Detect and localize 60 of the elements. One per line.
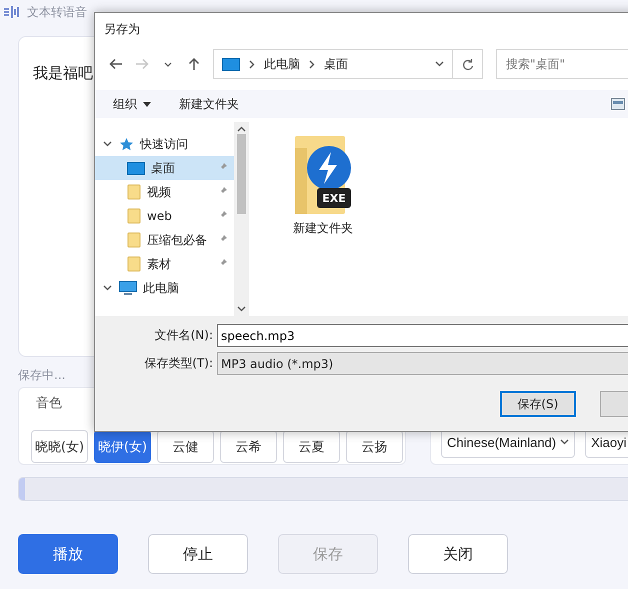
tree-item[interactable]: web [95, 204, 234, 228]
scrollbar[interactable] [234, 122, 249, 316]
address-bar[interactable]: 此电脑 桌面 [213, 49, 453, 79]
file-name-label: 文件名(N): [154, 327, 214, 344]
search-field[interactable]: 搜索"桌面" [496, 49, 628, 79]
folder-icon [127, 232, 141, 248]
refresh-icon [462, 58, 474, 70]
voice-option[interactable]: 云夏 [283, 430, 340, 463]
forward-arrow-icon [134, 56, 150, 72]
desktop-icon [222, 58, 240, 70]
action-button[interactable]: 停止 [148, 534, 248, 574]
chevron-down-icon [164, 62, 172, 66]
tree-item[interactable]: 快速访问 [95, 132, 234, 156]
expand-chevron-icon [102, 141, 112, 147]
address-dropdown-icon [435, 61, 444, 67]
exe-badge-text: EXE [322, 192, 346, 205]
voice-option[interactable]: 云健 [157, 430, 214, 463]
tree-item[interactable]: 素材 [95, 252, 234, 276]
folder-icon [127, 208, 141, 224]
dropdown-chevron-icon [560, 439, 570, 445]
view-options-icon[interactable] [611, 98, 625, 110]
tree-item[interactable]: 此电脑 [95, 276, 234, 300]
toolbar-button[interactable]: 新建文件夹 [179, 96, 239, 112]
file-item[interactable]: EXE 新建文件夹 [285, 134, 361, 237]
status-text: 保存中... [18, 367, 66, 384]
voice-option[interactable]: 晓伊(女) [94, 430, 151, 463]
tree-item[interactable]: 桌面 [95, 156, 234, 180]
chevron-right-icon [309, 60, 315, 68]
voice-option[interactable]: 云扬 [346, 430, 403, 463]
computer-icon [119, 280, 137, 296]
folder-icon [127, 184, 141, 200]
chevron-right-icon [249, 60, 255, 68]
app-title: 文本转语音 [27, 4, 87, 20]
breadcrumb-item[interactable]: 桌面 [324, 56, 348, 72]
voice-option[interactable]: 晓晓(女) [31, 430, 88, 463]
sound-wave-icon [3, 4, 21, 20]
refresh-button[interactable] [453, 49, 483, 79]
scroll-up-icon [237, 126, 246, 132]
toolbar-button[interactable]: 组织 [113, 96, 151, 112]
text-input-value: 我是福吧 [33, 64, 93, 82]
desktop-icon [127, 162, 145, 174]
file-type-select[interactable]: MP3 audio (*.mp3) [217, 352, 628, 375]
up-arrow-icon [186, 56, 202, 72]
action-button[interactable]: 关闭 [408, 534, 508, 574]
dialog-title: 另存为 [103, 21, 141, 38]
scroll-down-icon [237, 306, 246, 312]
voice-option[interactable]: 云希 [220, 430, 277, 463]
dropdown-triangle-icon [143, 102, 151, 106]
expand-chevron-icon [102, 285, 112, 291]
folder-icon [127, 256, 141, 272]
dialog-button[interactable]: 保存(S) [500, 391, 576, 417]
file-type-label: 保存类型(T): [143, 355, 214, 372]
tree-item[interactable]: 视频 [95, 180, 234, 204]
file-name-field[interactable]: speech.mp3 [217, 324, 628, 347]
breadcrumb-item[interactable]: 此电脑 [264, 56, 300, 72]
star-icon [119, 136, 134, 152]
tree-item[interactable]: 压缩包必备 [95, 228, 234, 252]
back-arrow-icon [108, 56, 124, 72]
voice-label: 音色 [36, 395, 63, 413]
action-button[interactable]: 播放 [18, 534, 118, 574]
